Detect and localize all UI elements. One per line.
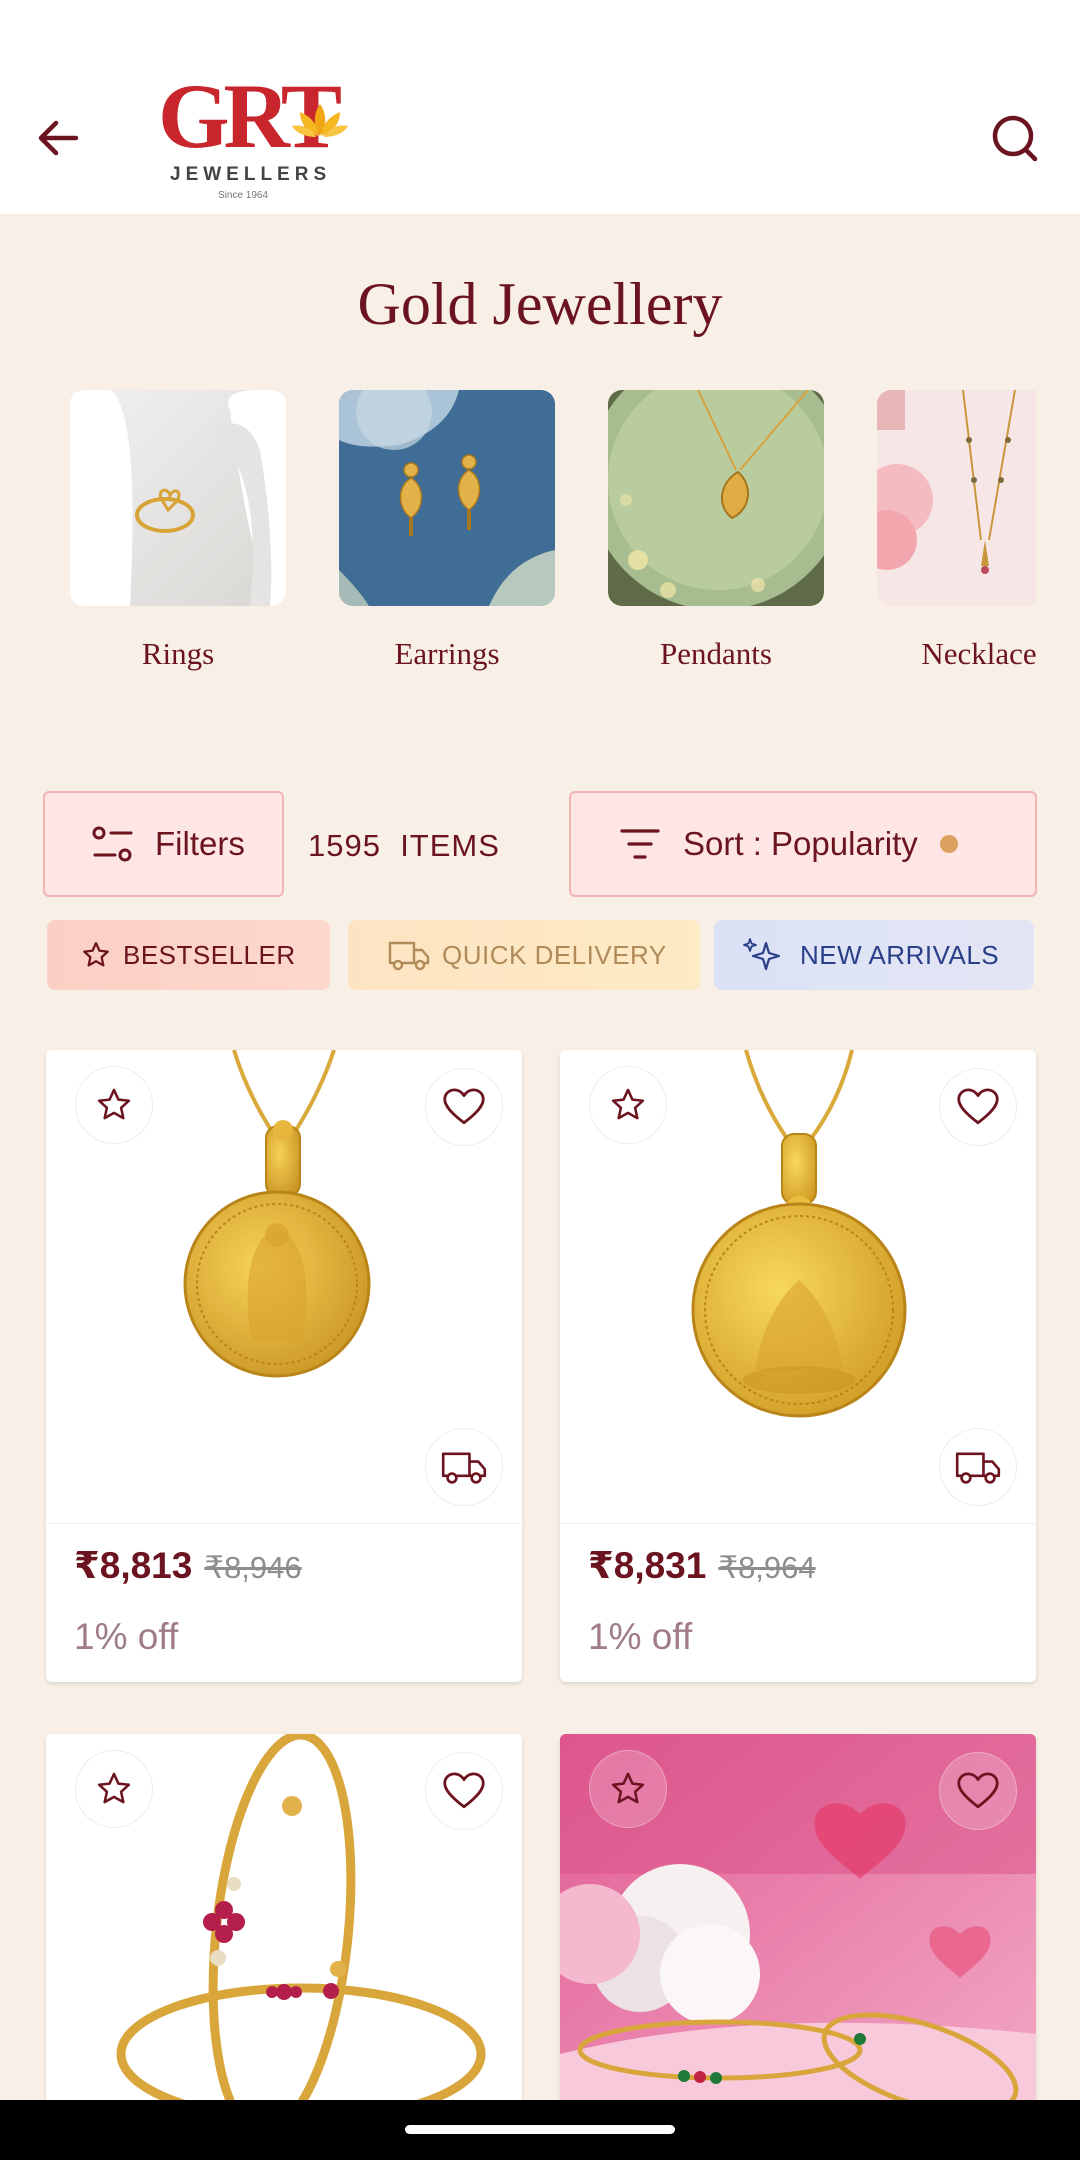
search-button[interactable] bbox=[990, 112, 1040, 166]
logo-since: Since 1964 bbox=[218, 190, 269, 201]
category-necklaces[interactable]: Necklaces bbox=[877, 390, 1036, 672]
product-card[interactable]: ₹8,831 ₹8,964 1% off bbox=[560, 1050, 1036, 1682]
chip-label: NEW ARRIVALS bbox=[800, 939, 1000, 970]
product-image bbox=[560, 1734, 1036, 2114]
wishlist-button[interactable] bbox=[425, 1068, 503, 1146]
home-indicator[interactable] bbox=[405, 2125, 675, 2134]
chip-label: QUICK DELIVERY bbox=[442, 939, 667, 970]
chip-quick-delivery[interactable]: QUICK DELIVERY bbox=[348, 920, 700, 990]
product-discount: 1% off bbox=[74, 1616, 179, 1657]
page-title: Gold Jewellery bbox=[357, 271, 723, 337]
heart-icon bbox=[957, 1772, 999, 1809]
star-icon bbox=[97, 1088, 131, 1120]
category-carousel[interactable]: Rings Earrings Pendants Necklaces bbox=[0, 390, 1036, 690]
product-discount: 1% off bbox=[588, 1616, 693, 1657]
category-rings[interactable]: Rings bbox=[70, 390, 286, 672]
sort-button[interactable]: Sort : Popularity bbox=[569, 791, 1037, 897]
chip-bestseller[interactable]: BESTSELLER bbox=[47, 920, 330, 990]
wishlist-button[interactable] bbox=[939, 1752, 1017, 1830]
logo-subtitle: JEWELLERS bbox=[170, 164, 332, 185]
lotus-icon bbox=[292, 104, 348, 137]
heart-icon bbox=[443, 1088, 485, 1125]
heart-icon bbox=[443, 1772, 485, 1809]
filters-button[interactable]: Filters bbox=[43, 791, 284, 897]
product-price: ₹8,831 bbox=[588, 1545, 707, 1586]
product-info: ₹8,813 ₹8,946 1% off bbox=[46, 1524, 522, 1682]
product-image bbox=[46, 1050, 522, 1524]
category-label: Earrings bbox=[394, 636, 500, 671]
sort-label: Sort : Popularity bbox=[683, 825, 918, 862]
product-card[interactable] bbox=[560, 1734, 1036, 2114]
compare-button[interactable] bbox=[589, 1750, 667, 1828]
star-icon bbox=[83, 942, 109, 967]
sparkle-icon bbox=[743, 938, 781, 971]
compare-button[interactable] bbox=[75, 1066, 153, 1144]
price-row: ₹8,831 ₹8,964 bbox=[588, 1544, 816, 1587]
back-arrow-icon bbox=[38, 120, 79, 156]
truck-icon bbox=[388, 941, 430, 971]
compare-button[interactable] bbox=[589, 1066, 667, 1144]
quick-delivery-badge bbox=[939, 1428, 1017, 1506]
category-image-pendants bbox=[608, 390, 824, 606]
category-image-rings bbox=[70, 390, 286, 606]
sort-lines-icon bbox=[620, 829, 660, 859]
back-button[interactable] bbox=[30, 110, 86, 166]
product-mrp: ₹8,946 bbox=[204, 1550, 302, 1585]
sort-active-dot bbox=[939, 835, 958, 853]
product-mrp: ₹8,964 bbox=[718, 1550, 816, 1585]
wishlist-button[interactable] bbox=[425, 1752, 503, 1830]
product-card[interactable] bbox=[46, 1734, 522, 2114]
product-info: ₹8,831 ₹8,964 1% off bbox=[560, 1524, 1036, 1682]
star-icon bbox=[611, 1772, 645, 1804]
chip-new-arrivals[interactable]: NEW ARRIVALS bbox=[714, 920, 1034, 990]
star-icon bbox=[97, 1772, 131, 1804]
product-image bbox=[46, 1734, 522, 2114]
truck-icon bbox=[955, 1452, 1001, 1484]
category-image-earrings bbox=[339, 390, 555, 606]
star-icon bbox=[611, 1088, 645, 1120]
heart-icon bbox=[957, 1088, 999, 1125]
category-label: Rings bbox=[141, 636, 215, 671]
grt-logo[interactable]: GRT JEWELLERS Since 1964 bbox=[156, 70, 356, 205]
category-label: Necklaces bbox=[921, 636, 1036, 671]
chip-label: BESTSELLER bbox=[123, 939, 296, 970]
wishlist-button[interactable] bbox=[939, 1068, 1017, 1146]
app-header: GRT JEWELLERS Since 1964 bbox=[0, 0, 1080, 214]
filters-label: Filters bbox=[155, 825, 245, 862]
items-count: 1595 ITEMS bbox=[308, 828, 500, 863]
filter-sliders-icon bbox=[92, 826, 133, 862]
search-icon bbox=[992, 115, 1038, 162]
category-pendants[interactable]: Pendants bbox=[608, 390, 824, 672]
quick-delivery-badge bbox=[425, 1428, 503, 1506]
product-price: ₹8,813 bbox=[74, 1545, 193, 1586]
category-earrings[interactable]: Earrings bbox=[339, 390, 555, 672]
category-image-necklaces bbox=[877, 390, 1036, 606]
truck-icon bbox=[441, 1452, 487, 1484]
product-image bbox=[560, 1050, 1036, 1524]
compare-button[interactable] bbox=[75, 1750, 153, 1828]
product-card[interactable]: ₹8,813 ₹8,946 1% off bbox=[46, 1050, 522, 1682]
category-label: Pendants bbox=[660, 636, 772, 671]
price-row: ₹8,813 ₹8,946 bbox=[74, 1544, 302, 1587]
